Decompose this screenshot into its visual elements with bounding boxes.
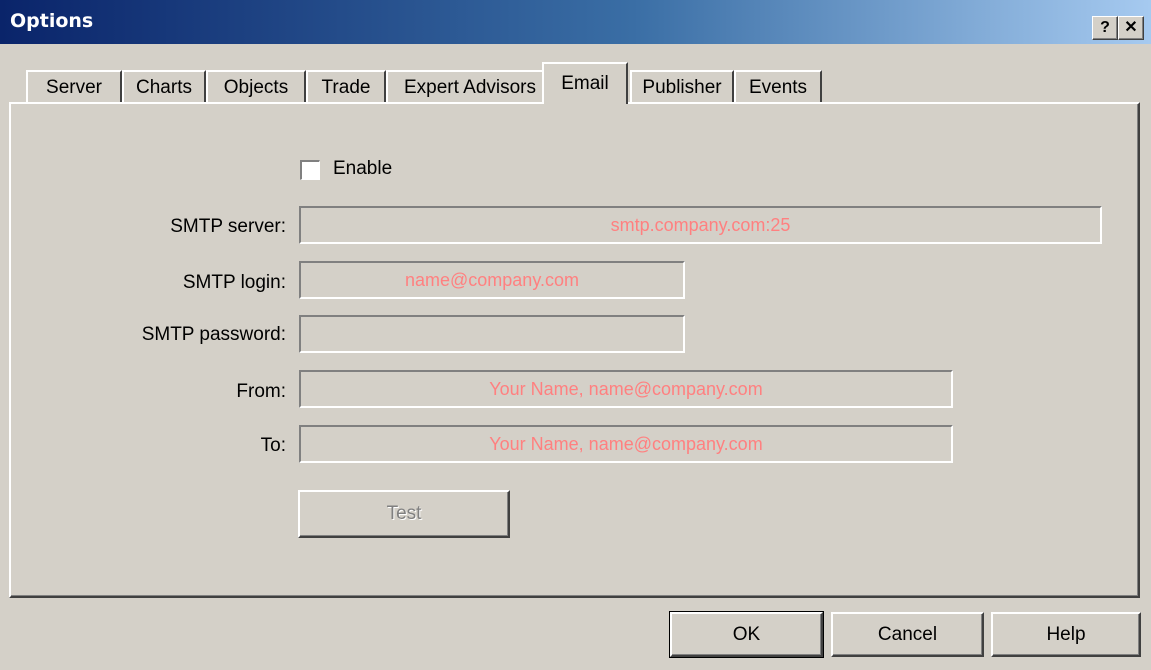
smtp-server-label: SMTP server: [170,216,286,237]
smtp-login-input[interactable]: name@company.com [299,261,685,299]
close-icon[interactable]: ✕ [1118,16,1144,40]
tab-server[interactable]: Server [26,70,122,103]
tab-email[interactable]: Email [542,62,628,104]
from-label: From: [236,381,286,402]
enable-checkbox[interactable] [300,160,320,180]
enable-label: Enable [333,158,393,179]
ok-button[interactable]: OK [669,611,824,658]
smtp-password-label: SMTP password: [141,324,286,345]
help-button[interactable]: Help [991,612,1141,657]
smtp-password-input[interactable] [299,315,685,353]
to-label: To: [260,435,286,456]
tab-expert-advisors[interactable]: Expert Advisors [386,70,554,103]
tab-events[interactable]: Events [734,70,822,103]
tab-publisher[interactable]: Publisher [630,70,734,103]
test-button[interactable]: Test [298,490,510,538]
tab-trade[interactable]: Trade [306,70,386,103]
smtp-server-input[interactable]: smtp.company.com:25 [299,206,1102,244]
to-input[interactable]: Your Name, name@company.com [299,425,953,463]
window-title: Options [10,10,94,32]
title-bar[interactable]: Options ? ✕ [0,0,1151,44]
cancel-button[interactable]: Cancel [831,612,984,657]
tab-charts[interactable]: Charts [122,70,206,103]
from-input[interactable]: Your Name, name@company.com [299,370,953,408]
tab-objects[interactable]: Objects [206,70,306,103]
smtp-login-label: SMTP login: [182,272,286,293]
help-icon[interactable]: ? [1092,16,1118,40]
